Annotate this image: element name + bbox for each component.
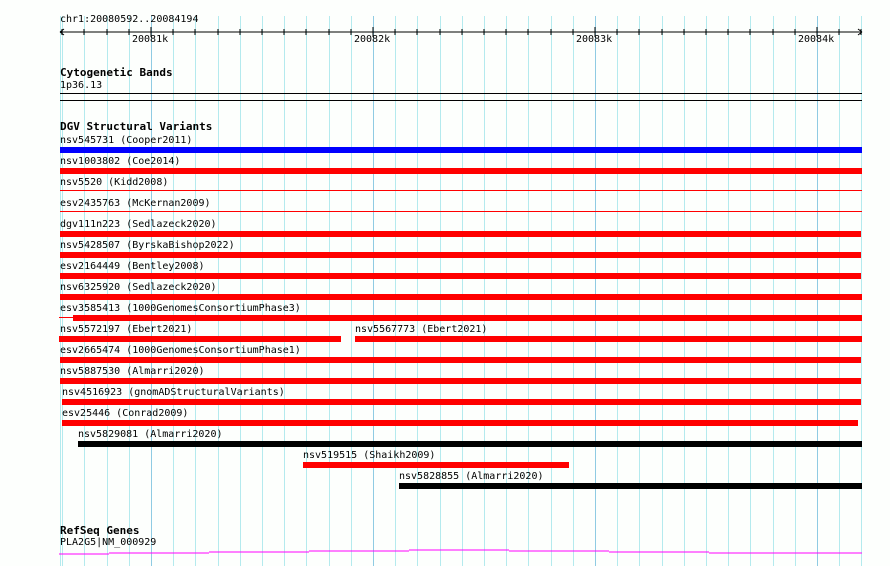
track-title-dgv[interactable]: DGV Structural Variants xyxy=(60,121,212,133)
feature-label[interactable]: nsv5572197 (Ebert2021) xyxy=(60,324,192,336)
tick-label: 20084k xyxy=(798,34,835,45)
tick-label: 20082k xyxy=(354,34,391,45)
feature-bar[interactable] xyxy=(60,357,861,363)
feature-bar[interactable] xyxy=(78,441,862,447)
feature-bar[interactable] xyxy=(60,273,861,279)
track-title-refseq[interactable]: RefSeq Genes xyxy=(60,525,139,537)
feature-bar[interactable] xyxy=(60,168,862,174)
tick-label: 20081k xyxy=(132,34,169,45)
feature-label[interactable]: esv2665474 (1000GenomesConsortiumPhase1) xyxy=(60,345,301,357)
feature-label[interactable]: nsv5520 (Kidd2008) xyxy=(60,177,168,189)
grid-line xyxy=(262,16,263,566)
feature-bar[interactable] xyxy=(399,483,862,489)
grid-line xyxy=(306,16,307,566)
grid-line xyxy=(395,16,396,566)
feature-bar[interactable] xyxy=(62,420,858,426)
feature-label[interactable]: esv3585413 (1000GenomesConsortiumPhase3) xyxy=(60,303,301,315)
track-title-cytogenetic[interactable]: Cytogenetic Bands xyxy=(60,67,173,79)
feature-bar[interactable] xyxy=(355,336,862,342)
grid-line xyxy=(218,16,219,566)
grid-line xyxy=(284,16,285,566)
feature-connector xyxy=(59,317,73,318)
feature-label[interactable]: nsv519515 (Shaikh2009) xyxy=(303,450,435,462)
feature-bar[interactable] xyxy=(60,190,862,191)
genome-browser: chr1:20080592..20084194 20081k 20082k 20… xyxy=(0,0,890,566)
tick-label: 20083k xyxy=(576,34,613,45)
cyto-band-outline-top xyxy=(60,93,862,94)
feature-label[interactable]: nsv5887530 (Almarri2020) xyxy=(60,366,205,378)
grid-line xyxy=(240,16,241,566)
feature-label[interactable]: nsv5829081 (Almarri2020) xyxy=(78,429,223,441)
feature-bar[interactable] xyxy=(62,399,861,405)
feature-label[interactable]: dgv111n223 (Sedlazeck2020) xyxy=(60,219,217,231)
feature-label[interactable]: nsv4516923 (gnomADStructuralVariants) xyxy=(62,387,285,399)
feature-label[interactable]: nsv545731 (Cooper2011) xyxy=(60,135,192,147)
cyto-band-outline-bottom xyxy=(60,100,862,101)
grid-line xyxy=(373,16,374,566)
feature-label[interactable]: nsv5828855 (Almarri2020) xyxy=(399,471,544,483)
feature-bar[interactable] xyxy=(60,147,862,153)
feature-label[interactable]: nsv6325920 (Sedlazeck2020) xyxy=(60,282,217,294)
feature-bar[interactable] xyxy=(60,294,862,300)
grid-line xyxy=(351,16,352,566)
gene-model[interactable] xyxy=(0,545,890,559)
feature-bar[interactable] xyxy=(303,462,569,468)
feature-bar[interactable] xyxy=(60,231,861,237)
feature-bar[interactable] xyxy=(60,211,862,212)
feature-label[interactable]: esv2435763 (McKernan2009) xyxy=(60,198,211,210)
cyto-band-label: 1p36.13 xyxy=(60,80,103,91)
feature-label[interactable]: nsv5567773 (Ebert2021) xyxy=(355,324,487,336)
feature-bar[interactable] xyxy=(73,315,862,321)
feature-bar[interactable] xyxy=(60,378,861,384)
feature-label[interactable]: nsv1003802 (Coe2014) xyxy=(60,156,180,168)
feature-label[interactable]: nsv5428507 (ByrskaBishop2022) xyxy=(60,240,235,252)
feature-bar[interactable] xyxy=(59,336,341,342)
grid-line xyxy=(329,16,330,566)
feature-bar[interactable] xyxy=(60,252,861,258)
feature-label[interactable]: esv2164449 (Bentley2008) xyxy=(60,261,205,273)
feature-label[interactable]: esv25446 (Conrad2009) xyxy=(62,408,188,420)
